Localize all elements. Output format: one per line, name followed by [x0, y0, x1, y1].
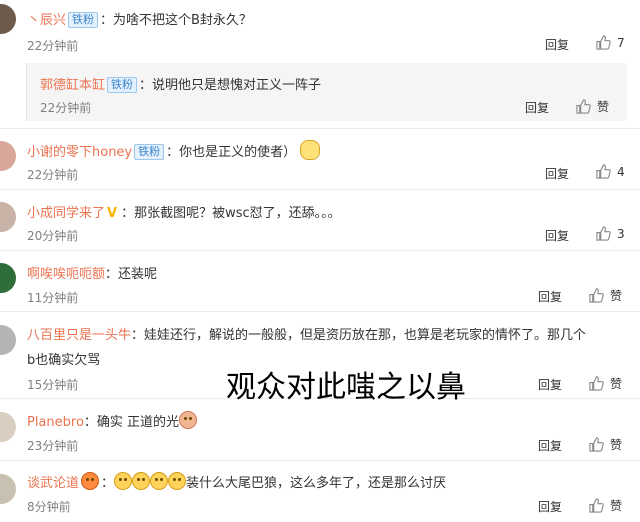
comment-username[interactable]: 八百里只是一头牛	[27, 328, 131, 343]
avatar[interactable]	[0, 4, 16, 34]
comment-time: 11分钟前	[27, 291, 79, 305]
like-count: 赞	[610, 289, 623, 303]
cat-emoji-icon	[300, 140, 321, 160]
like-button[interactable]: 7	[596, 35, 625, 50]
reply-button[interactable]: 回复	[538, 376, 562, 393]
vip-badge-icon	[81, 472, 100, 490]
like-button[interactable]: 赞	[589, 436, 622, 453]
thumbs-up-icon	[589, 498, 604, 513]
thumbs-up-icon	[596, 35, 611, 50]
avatar[interactable]	[0, 141, 16, 171]
fan-badge: 铁粉	[134, 144, 165, 160]
thumbs-up-icon	[596, 226, 611, 241]
thumbs-up-icon	[589, 376, 604, 391]
like-button[interactable]: 3	[596, 226, 625, 241]
comment-text: ：确实 正道的光	[83, 415, 180, 430]
comment-username[interactable]: 丶辰兴	[27, 13, 66, 28]
comment-time: 22分钟前	[40, 101, 92, 115]
like-count: 赞	[610, 377, 623, 391]
divider	[0, 250, 640, 251]
like-count: 赞	[597, 100, 610, 114]
emoji-icon	[179, 411, 198, 429]
comment-colon: ：	[101, 476, 115, 491]
comment-text: ：还装呢	[105, 267, 158, 282]
reply-button[interactable]: 回复	[538, 437, 562, 454]
comment-text: ：说明他只是想愧对正义一阵子	[139, 78, 322, 93]
comment-text: 装什么大尾巴狼，这么多年了，还是那么讨厌	[186, 476, 447, 491]
thumbs-up-icon	[589, 288, 604, 303]
comment-time: 8分钟前	[27, 500, 71, 514]
avatar[interactable]	[0, 263, 16, 293]
comment-text: ：为啥不把这个B封永久？	[100, 13, 252, 28]
divider	[0, 311, 640, 312]
comment-time: 22分钟前	[27, 168, 79, 182]
comment-username[interactable]: 谈武论道	[27, 476, 79, 491]
like-button[interactable]: 赞	[576, 98, 609, 115]
like-count: 4	[617, 165, 625, 179]
overlay-caption: 观众对此嗤之以鼻	[226, 370, 466, 405]
comment-username[interactable]: 郭德缸本缸	[40, 78, 105, 93]
avatar[interactable]	[0, 325, 16, 355]
comment-time: 23分钟前	[27, 439, 79, 453]
divider	[0, 460, 640, 461]
like-count: 7	[617, 36, 625, 50]
avatar[interactable]	[0, 412, 16, 442]
reply-button[interactable]: 回复	[525, 99, 549, 116]
comment-time: 20分钟前	[27, 229, 79, 243]
smile-emoji-icon	[114, 472, 133, 490]
divider	[0, 189, 640, 190]
comment-username[interactable]: 啊唉唉呃呃额	[27, 267, 105, 282]
verified-v-icon: V	[107, 206, 118, 221]
divider	[0, 128, 640, 129]
thumbs-up-icon	[576, 99, 591, 114]
avatar[interactable]	[0, 474, 16, 504]
smile-emoji-icon	[132, 472, 151, 490]
thumbs-up-icon	[596, 164, 611, 179]
comment-time: 22分钟前	[27, 39, 79, 53]
reply-button[interactable]: 回复	[545, 36, 569, 53]
like-count: 赞	[610, 438, 623, 452]
comment-username[interactable]: 小谢的零下honey	[27, 145, 132, 160]
like-count: 3	[617, 227, 625, 241]
like-count: 赞	[610, 499, 623, 513]
avatar[interactable]	[0, 202, 16, 232]
reply-button[interactable]: 回复	[538, 498, 562, 515]
comment-time: 15分钟前	[27, 378, 79, 392]
like-button[interactable]: 4	[596, 164, 625, 179]
thumbs-up-icon	[589, 437, 604, 452]
comment-username[interactable]: 小成同学来了	[27, 206, 105, 221]
fan-badge: 铁粉	[68, 12, 99, 28]
fan-badge: 铁粉	[107, 77, 138, 93]
like-button[interactable]: 赞	[589, 375, 622, 392]
reply-button[interactable]: 回复	[538, 288, 562, 305]
comment-text: ：娃娃还行，解说的一般般，但是资历放在那，也算是老玩家的情怀了。那几个	[131, 328, 587, 343]
comment-username[interactable]: Planebro	[27, 415, 84, 430]
comment-text-continued: b也确实欠骂	[27, 353, 101, 368]
like-button[interactable]: 赞	[589, 497, 622, 514]
reply-button[interactable]: 回复	[545, 165, 569, 182]
comment-text: ：那张截图呢？被wsc怼了，还舔。。。	[121, 206, 341, 221]
like-button[interactable]: 赞	[589, 287, 622, 304]
reply-button[interactable]: 回复	[545, 227, 569, 244]
comment-text: ：你也是正义的使者）	[166, 145, 297, 160]
smile-emoji-icon	[168, 472, 187, 490]
smile-emoji-icon	[150, 472, 169, 490]
